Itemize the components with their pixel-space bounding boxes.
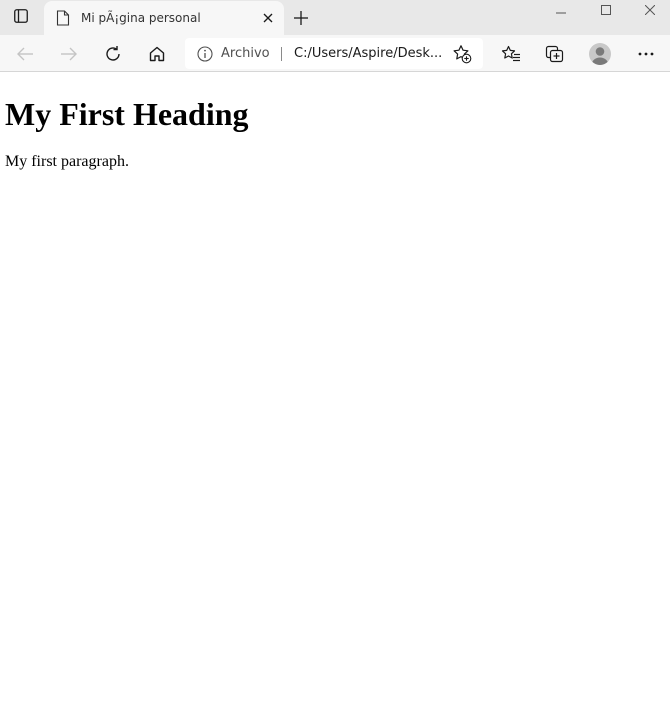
maximize-button[interactable] (583, 0, 629, 20)
refresh-button[interactable] (99, 40, 127, 68)
site-info-label: Archivo (221, 46, 270, 61)
close-icon (263, 13, 273, 23)
close-icon (644, 5, 655, 15)
refresh-icon (106, 46, 120, 61)
tab-strip: Mi pÃ¡gina personal (0, 0, 670, 35)
plus-icon (294, 11, 308, 25)
collections-button[interactable] (541, 40, 569, 68)
tab-title: Mi pÃ¡gina personal (81, 11, 201, 25)
browser-toolbar: Archivo C:/Users/Aspire/Desk... (0, 35, 670, 72)
page-heading: My First Heading (5, 96, 249, 132)
favorites-button[interactable] (497, 40, 525, 68)
more-icon (638, 52, 654, 56)
forward-button[interactable] (55, 40, 83, 68)
back-arrow-icon (17, 47, 33, 61)
document-icon (56, 10, 70, 26)
collections-icon (545, 45, 564, 63)
page-content: My First Heading My first paragraph. (0, 73, 670, 709)
home-icon (149, 46, 165, 62)
minimize-button[interactable] (538, 0, 584, 20)
new-tab-button[interactable] (290, 7, 312, 29)
home-button[interactable] (143, 40, 171, 68)
maximize-icon (601, 5, 611, 15)
add-favorite-button[interactable] (451, 44, 473, 64)
address-bar[interactable]: Archivo C:/Users/Aspire/Desk... (185, 38, 483, 69)
more-button[interactable] (632, 40, 660, 68)
forward-arrow-icon (61, 47, 77, 61)
minimize-icon (556, 12, 566, 14)
tab-close-button[interactable] (260, 10, 276, 26)
profile-avatar-icon (589, 43, 611, 65)
tab-actions-button[interactable] (8, 6, 34, 30)
site-info-button[interactable]: Archivo (197, 45, 270, 63)
page-paragraph: My first paragraph. (5, 153, 129, 170)
favorites-icon (501, 45, 520, 62)
tab-active[interactable]: Mi pÃ¡gina personal (44, 1, 284, 35)
star-add-icon (453, 45, 472, 64)
window-close-button[interactable] (629, 0, 670, 20)
profile-button[interactable] (586, 40, 614, 68)
info-icon (197, 46, 213, 62)
address-separator (281, 47, 282, 61)
tab-actions-icon (14, 8, 28, 28)
url-text[interactable]: C:/Users/Aspire/Desk... (294, 46, 442, 62)
back-button[interactable] (11, 40, 39, 68)
